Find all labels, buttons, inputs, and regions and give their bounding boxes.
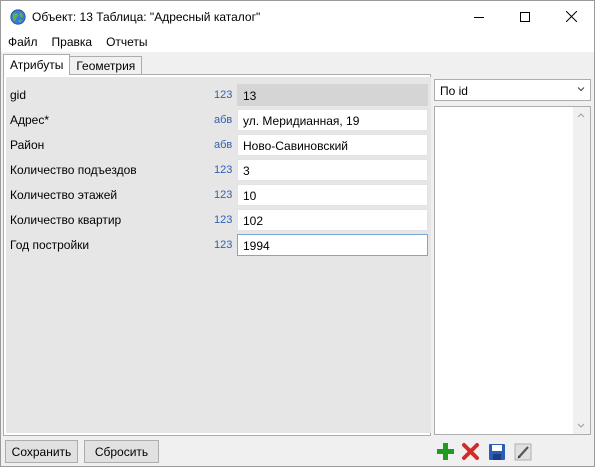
- attributes-panel: gid 123 13 Адрес* абв ул. Меридианная, 1…: [3, 74, 431, 436]
- attr-label: gid: [10, 88, 27, 102]
- menu-edit[interactable]: Правка: [45, 35, 100, 49]
- tab-attributes[interactable]: Атрибуты: [3, 54, 71, 75]
- tab-strip: Атрибуты Геометрия: [3, 54, 143, 75]
- attr-label: Количество подъездов: [10, 163, 137, 177]
- tab-geometry[interactable]: Геометрия: [69, 56, 143, 75]
- apartments-field[interactable]: 102: [237, 209, 428, 231]
- minimize-icon: [474, 16, 484, 18]
- entrances-field[interactable]: 3: [237, 159, 428, 181]
- attr-row-apartments: Количество квартир 123 102: [6, 209, 431, 231]
- reset-button[interactable]: Сбросить: [84, 440, 159, 463]
- edit-button[interactable]: [512, 441, 533, 462]
- attr-label: Год постройки: [10, 238, 90, 252]
- edit-icon: [514, 443, 531, 460]
- globe-icon: [10, 8, 26, 25]
- delete-button[interactable]: [460, 441, 481, 462]
- address-field[interactable]: ул. Меридианная, 19: [237, 109, 428, 131]
- numeric-type-icon: 123: [214, 239, 233, 251]
- scroll-down-icon[interactable]: [577, 423, 585, 428]
- attr-row-entrances: Количество подъездов 123 3: [6, 159, 431, 181]
- close-button[interactable]: [548, 1, 594, 32]
- save-record-button[interactable]: [486, 441, 507, 462]
- sort-dropdown[interactable]: По id: [434, 79, 591, 101]
- attributes-grid: gid 123 13 Адрес* абв ул. Меридианная, 1…: [6, 77, 431, 433]
- attr-row-address: Адрес* абв ул. Меридианная, 19: [6, 109, 431, 131]
- numeric-type-icon: 123: [214, 214, 233, 226]
- attr-label: Количество квартир: [10, 213, 122, 227]
- save-button[interactable]: Сохранить: [5, 440, 78, 463]
- numeric-type-icon: 123: [214, 164, 233, 176]
- close-icon: [565, 11, 577, 22]
- title-bar[interactable]: Объект: 13 Таблица: "Адресный каталог": [1, 1, 594, 32]
- scroll-up-icon[interactable]: [577, 113, 585, 118]
- maximize-button[interactable]: [502, 1, 548, 32]
- numeric-type-icon: 123: [214, 189, 233, 201]
- object-window: Объект: 13 Таблица: "Адресный каталог" Ф…: [0, 0, 595, 467]
- sort-dropdown-value: По id: [440, 84, 468, 98]
- save-icon: [488, 443, 505, 460]
- window-title: Объект: 13 Таблица: "Адресный каталог": [32, 9, 261, 24]
- gid-field: 13: [237, 84, 428, 106]
- minimize-button[interactable]: [456, 1, 502, 32]
- attr-row-district: Район абв Ново-Савиновский: [6, 134, 431, 156]
- attr-label: Адрес*: [10, 113, 50, 127]
- maximize-icon: [520, 11, 530, 22]
- add-button[interactable]: [435, 441, 456, 462]
- floors-field[interactable]: 10: [237, 184, 428, 206]
- add-icon: [437, 443, 454, 460]
- object-list[interactable]: [434, 106, 591, 435]
- attr-row-floors: Количество этажей 123 10: [6, 184, 431, 206]
- text-type-icon: абв: [214, 139, 233, 151]
- menu-bar: Файл Правка Отчеты: [1, 32, 594, 52]
- district-field[interactable]: Ново-Савиновский: [237, 134, 428, 156]
- delete-icon: [462, 443, 479, 460]
- year-field[interactable]: 1994: [237, 234, 428, 256]
- text-type-icon: абв: [214, 114, 233, 126]
- attr-label: Район: [10, 138, 45, 152]
- menu-reports[interactable]: Отчеты: [99, 35, 154, 49]
- numeric-type-icon: 123: [214, 89, 233, 101]
- attr-label: Количество этажей: [10, 188, 118, 202]
- attr-row-year: Год постройки 123 1994: [6, 234, 431, 256]
- attr-row-gid: gid 123 13: [6, 84, 431, 106]
- chevron-down-icon: [577, 87, 585, 92]
- menu-file[interactable]: Файл: [1, 35, 45, 49]
- vertical-scrollbar[interactable]: [573, 107, 590, 434]
